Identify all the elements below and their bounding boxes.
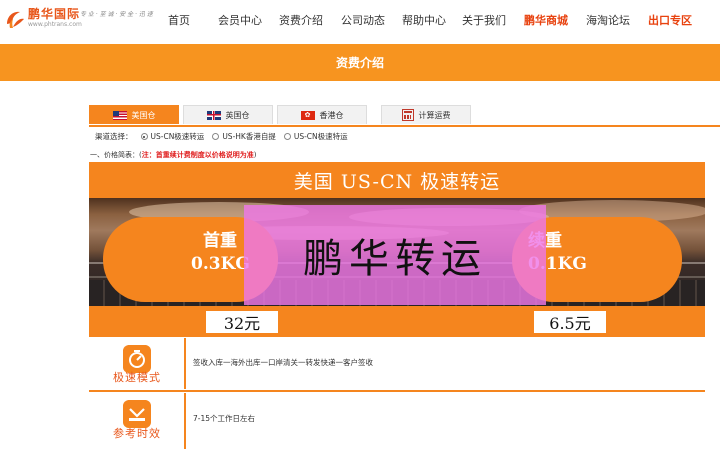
us-flag-icon (112, 110, 127, 120)
feature-row-reference-time: 参考时效 7-15个工作日左右 (89, 392, 705, 450)
channel-option-label: US-CN极速特运 (293, 132, 348, 141)
nav-export-zone[interactable]: 出口专区 (648, 12, 692, 28)
channel-option-label: US-CN极速转运 (150, 132, 205, 141)
nav-company-news[interactable]: 公司动态 (341, 12, 385, 28)
uk-flag-icon (206, 110, 221, 120)
top-navigation: 鹏华国际 www.phtrans.com 专 业 · 至 诚 · 安 全 · 迅… (0, 0, 720, 40)
channel-label: 渠道选择： (95, 132, 133, 141)
feature-label: 参考时效 (113, 427, 161, 440)
logo-mark-icon (7, 11, 24, 28)
tab-label: 计算运费 (418, 110, 451, 120)
feature-icon-cell: 参考时效 (90, 393, 186, 449)
pricing-note: 一、价格简表：(注：首重续计费制度以价格说明为准) (90, 150, 256, 160)
tab-uk-warehouse[interactable]: 英国仓 (183, 105, 273, 124)
extra-weight-value: 0.1KG (528, 254, 587, 274)
promo-title: 美国 US-CN 极速转运 (293, 170, 501, 193)
logo[interactable]: 鹏华国际 www.phtrans.com (4, 8, 82, 32)
channel-select: 渠道选择： US-CN极速转运 US-HK香港自提 US-CN极速特运 (95, 131, 356, 142)
pricing-note-prefix: 一、价格简表：( (90, 151, 142, 159)
tab-calculate-shipping[interactable]: 计算运费 (381, 105, 471, 124)
nav-haitao-forum[interactable]: 海淘论坛 (586, 12, 630, 28)
feature-row-express-mode: 极速模式 签收入库一海外出库一口岸清关一转发快递一客户签收 (89, 337, 705, 390)
pricing-note-warning: 注：首重续计费制度以价格说明为准 (141, 151, 254, 159)
channel-option-us-cn-special[interactable]: US-CN极速特运 (283, 131, 348, 142)
pricing-note-suffix: ) (253, 151, 257, 159)
tab-us-warehouse[interactable]: 美国仓 (89, 105, 179, 124)
tab-label: 美国仓 (131, 110, 156, 120)
nav-pricing[interactable]: 资费介绍 (279, 12, 323, 28)
tab-label: 英国仓 (225, 110, 250, 120)
nav-about-us[interactable]: 关于我们 (462, 12, 506, 28)
radio-button[interactable] (140, 133, 148, 140)
feature-text: 7-15个工作日左右 (193, 414, 256, 423)
clock-icon (123, 400, 151, 428)
warehouse-tabs: 美国仓 英国仓 ✿ 香港仓 计算运费 (89, 105, 720, 127)
tab-label: 香港仓 (319, 110, 344, 120)
watermark-overlay: 鹏华转运 (244, 205, 546, 305)
page-title: 资费介绍 (335, 56, 384, 70)
feature-label: 极速模式 (113, 371, 161, 384)
nav-member-center[interactable]: 会员中心 (218, 12, 262, 28)
feature-text: 签收入库一海外出库一口岸清关一转发快递一客户签收 (193, 358, 373, 367)
radio-button[interactable] (212, 133, 220, 140)
nav-penghua-mall[interactable]: 鹏华商城 (524, 12, 568, 28)
channel-option-us-cn-express[interactable]: US-CN极速转运 (140, 131, 205, 142)
first-weight-price: 32元 (206, 311, 278, 333)
extra-weight-price: 6.5元 (534, 311, 606, 333)
tab-hk-warehouse[interactable]: ✿ 香港仓 (277, 105, 367, 124)
channel-option-label: US-HK香港自提 (222, 132, 276, 141)
nav-home[interactable]: 首页 (168, 12, 190, 28)
radio-button[interactable] (283, 133, 291, 140)
channel-option-us-hk-pickup[interactable]: US-HK香港自提 (212, 131, 276, 142)
logo-slogan: 专 业 · 至 诚 · 安 全 · 迅 速 (80, 11, 153, 18)
page-banner: 资费介绍 (0, 44, 720, 81)
calculator-icon (401, 109, 414, 121)
extra-weight-label: 续重 (528, 230, 682, 253)
hk-flag-icon: ✿ (300, 110, 315, 120)
nav-help-center[interactable]: 帮助中心 (402, 12, 446, 28)
logo-name: 鹏华国际 (28, 7, 81, 21)
logo-url: www.phtrans.com (28, 21, 82, 28)
feature-icon-cell: 极速模式 (90, 338, 186, 389)
